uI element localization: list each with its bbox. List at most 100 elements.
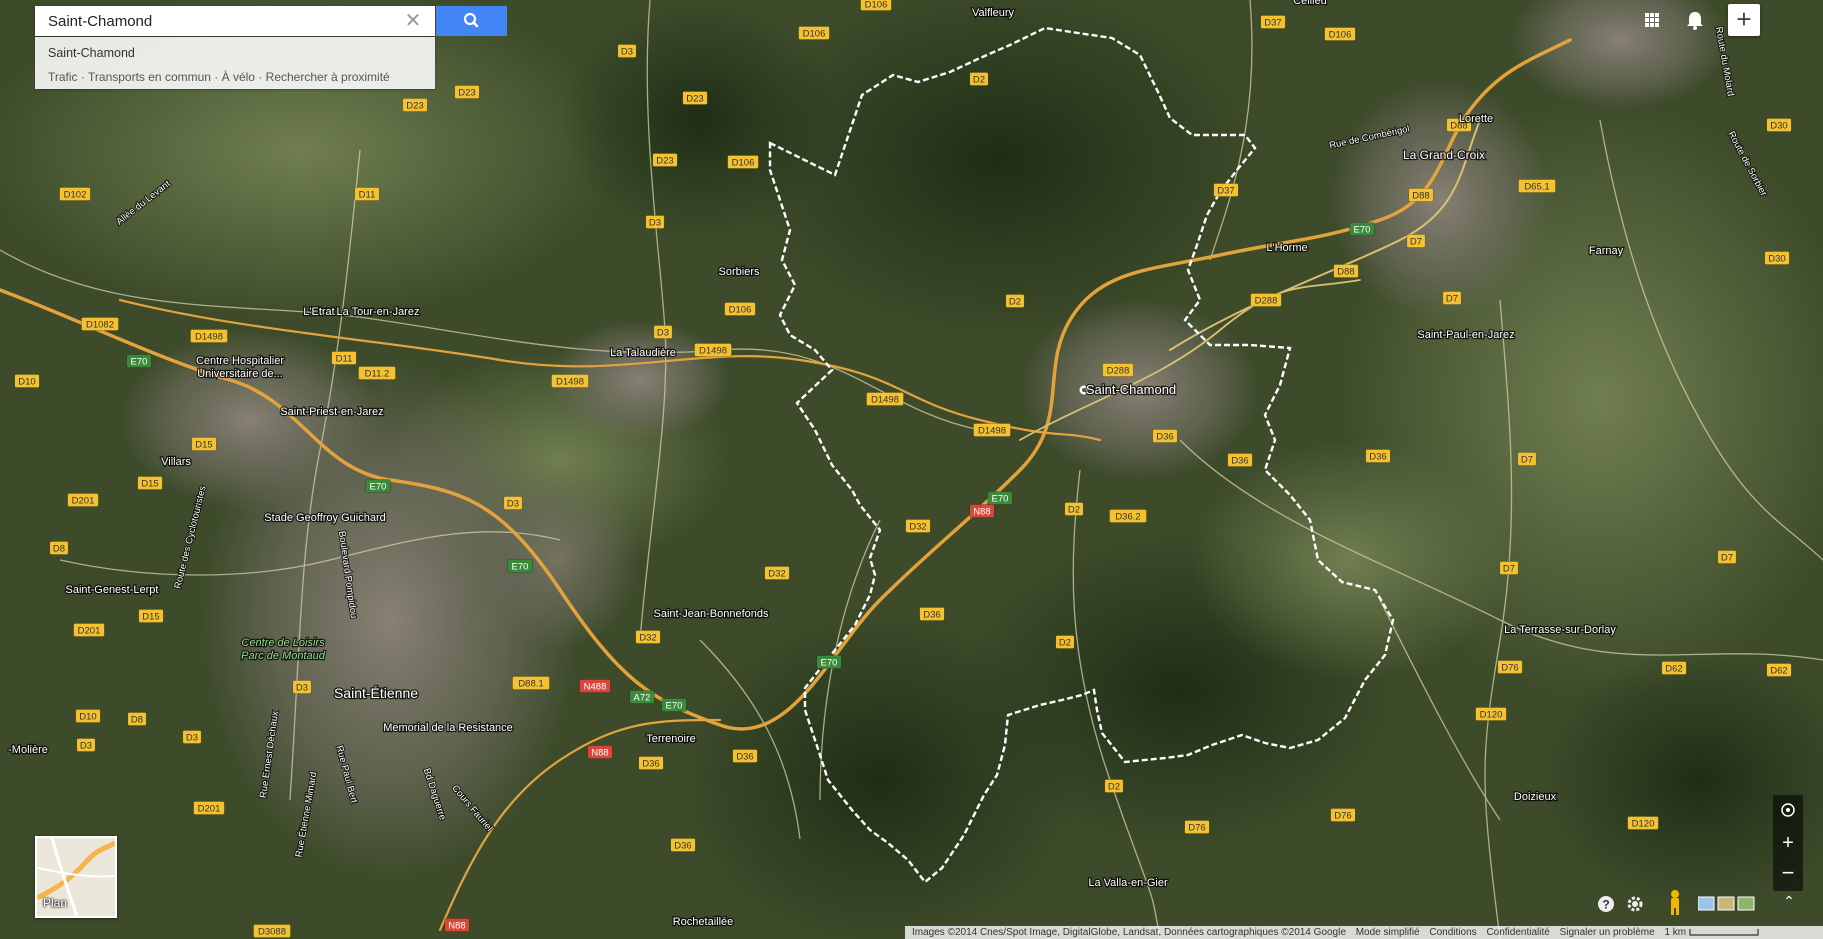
place-name: Saint-Paul-en-Jarez [1417, 329, 1514, 341]
apps-button[interactable] [1634, 4, 1670, 36]
footer-link-terms[interactable]: Conditions [1429, 926, 1476, 939]
road-shield: D37 [1213, 183, 1239, 197]
place-label[interactable]: Cellieu [1292, 0, 1328, 8]
place-label[interactable]: Terrenoire [645, 732, 697, 747]
place-label[interactable]: Saint-Genest-Lerpt [64, 583, 159, 598]
road-shield: D65.1 [1518, 179, 1556, 193]
footer-link-privacy[interactable]: Confidentialité [1486, 926, 1549, 939]
place-label[interactable]: Farnay [1588, 244, 1625, 259]
road-shield-label: D76 [1501, 663, 1518, 674]
road-shield-label: N488 [584, 682, 607, 693]
place-label[interactable]: Parc de Montaud [240, 649, 327, 664]
road-shield: D2 [969, 72, 989, 86]
place-label[interactable]: Universitaire de... [196, 367, 284, 382]
road-shield: D3 [653, 325, 673, 339]
result-title[interactable]: Saint-Chamond [48, 46, 135, 60]
satellite-map[interactable]: D106 D37 D106 D106 D3 D2 D23 D23 D23 D88 D30 D106 D2… [0, 0, 1823, 939]
place-label[interactable]: L'Horme [1265, 241, 1309, 256]
road-shield-label: N88 [591, 748, 608, 759]
footer-link-report[interactable]: Signaler un problème [1560, 926, 1655, 939]
road-shield-label: D23 [686, 94, 703, 105]
road-shield: D8 [127, 712, 147, 726]
road-shield-label: D120 [1480, 710, 1503, 721]
zoom-out-button[interactable]: − [1773, 858, 1803, 888]
place-name: L'Horme [1266, 242, 1307, 254]
notifications-button[interactable] [1677, 4, 1713, 36]
road-shield-label: D37 [1264, 18, 1281, 29]
road-shield-label: D36 [674, 841, 691, 852]
search-input[interactable] [35, 6, 395, 36]
road-shield: D37 [1260, 15, 1286, 29]
gear-icon[interactable] [1624, 893, 1646, 915]
road-shield: D32 [905, 519, 931, 533]
place-label[interactable]: Saint-Paul-en-Jarez [1416, 328, 1516, 343]
place-label[interactable]: La Grand-Croix [1402, 147, 1487, 164]
place-label[interactable]: L'Etrat [302, 305, 336, 320]
collapse-chevron-icon[interactable]: ⌃ [1779, 893, 1799, 913]
road-shield-label: D1498 [871, 395, 899, 406]
result-actions: Trafic · Transports en commun · À vélo ·… [48, 70, 390, 84]
place-label[interactable]: La Tour-en-Jarez [335, 305, 420, 320]
road-shield: D106 [798, 26, 830, 40]
road-shield: D62 [1766, 663, 1792, 677]
road-shield-label: D88.1 [518, 679, 543, 690]
help-icon[interactable]: ? [1595, 893, 1617, 915]
place-label[interactable]: Saint-Priest-en-Jarez [279, 405, 385, 420]
place-label[interactable]: Stade Geoffroy Guichard [263, 511, 387, 526]
road-shield-label: D3 [507, 499, 519, 510]
place-label[interactable]: -Molière [7, 743, 49, 758]
road-shield: D7 [1717, 550, 1737, 564]
road-shield-label: E70 [1354, 225, 1371, 236]
place-label[interactable]: Lorette [1458, 112, 1495, 127]
place-label[interactable]: Saint-Chamond [1079, 381, 1177, 398]
place-label[interactable]: Memorial de la Resistance [382, 721, 514, 736]
road-shield-label: D120 [1632, 819, 1655, 830]
place-label[interactable]: Centre de Loisirs [240, 636, 326, 651]
place-label[interactable]: Rochetaillée [671, 915, 734, 930]
road-shield-label: E70 [992, 494, 1009, 505]
place-label[interactable]: Saint-Jean-Bonnefonds [652, 607, 770, 622]
map-type-toggle[interactable]: Plan [35, 836, 117, 918]
footer-link-lite-mode[interactable]: Mode simplifié [1356, 926, 1420, 939]
imagery-layer-switcher[interactable] [1697, 895, 1758, 913]
zoom-in-button[interactable]: + [1773, 828, 1803, 858]
search-button[interactable] [436, 6, 507, 36]
road-shield: D201 [193, 801, 225, 815]
action-search-nearby[interactable]: Rechercher à proximité [266, 70, 390, 84]
place-name: Terrenoire [646, 733, 696, 745]
road-shield-label: D23 [458, 88, 475, 99]
place-label[interactable]: La Terrasse-sur-Dorlay [1503, 623, 1618, 638]
road-shield: E70 [661, 698, 687, 712]
road-shield: D102 [59, 187, 91, 201]
clear-search-icon[interactable]: ✕ [403, 11, 423, 31]
place-label[interactable]: Saint-Étienne [333, 684, 420, 703]
action-traffic[interactable]: Trafic [48, 70, 78, 84]
road-shield: D106 [727, 155, 759, 169]
place-label[interactable]: Valfleury [971, 6, 1016, 21]
road-shield-label: D36.2 [1115, 512, 1140, 523]
place-label[interactable]: Doizieux [1513, 790, 1558, 805]
road-shield-label: D106 [803, 29, 826, 40]
action-separator: · [77, 70, 89, 84]
add-button[interactable]: + [1728, 4, 1760, 36]
place-label[interactable]: Centre Hospitalier [195, 354, 286, 369]
road-shield: D23 [454, 85, 480, 99]
road-shield-label: D288 [1107, 366, 1130, 377]
road-shield-label: D102 [64, 190, 87, 201]
action-separator: · [210, 70, 222, 84]
place-label[interactable]: Sorbiers [717, 265, 761, 280]
road-shield-label: D65.1 [1524, 182, 1549, 193]
action-transit[interactable]: Transports en commun [88, 70, 211, 84]
place-label[interactable]: La Valla-en-Gier [1087, 876, 1169, 891]
action-bicycle[interactable]: À vélo [222, 70, 255, 84]
pegman-icon[interactable] [1665, 889, 1685, 917]
search-icon [463, 12, 479, 28]
road-shield: N88 [969, 504, 995, 518]
place-label[interactable]: La Talaudière [609, 346, 677, 361]
compass-icon[interactable] [1773, 795, 1803, 825]
road-shield-label: N88 [973, 507, 990, 518]
road-shield-label: D11 [359, 190, 376, 201]
road-shield: D1498 [551, 374, 589, 388]
place-label[interactable]: Villars [160, 455, 193, 470]
road-shield-label: D1498 [556, 377, 584, 388]
